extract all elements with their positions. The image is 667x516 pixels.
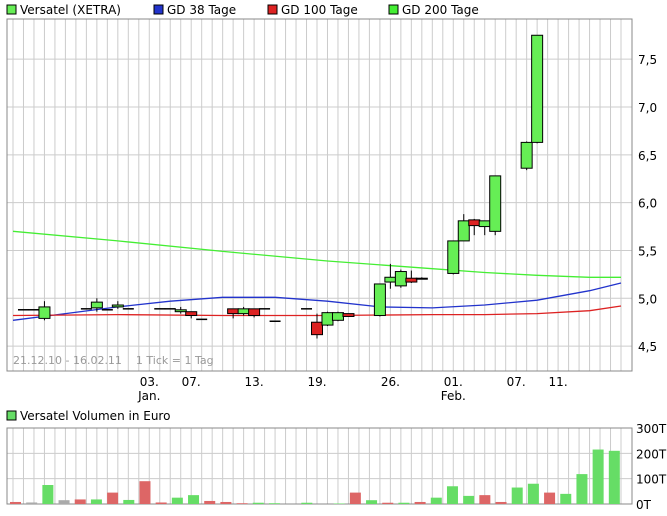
- volume-tick-label: 200T: [636, 447, 667, 461]
- legend-label-gd200: GD 200 Tage: [402, 3, 479, 17]
- volume-bar: [544, 492, 556, 504]
- legend: Versatel (XETRA) GD 38 Tage GD 100 Tage …: [6, 3, 479, 17]
- candle-body: [384, 276, 397, 283]
- price-tick-label: 7,5: [638, 53, 657, 67]
- price-tick-label: 5,0: [638, 292, 657, 306]
- volume-bar: [155, 502, 167, 504]
- candle-body: [447, 240, 460, 274]
- date-tick-label: 26.: [381, 375, 400, 389]
- candle-body: [457, 220, 470, 242]
- candle-body: [531, 34, 544, 143]
- date-tick-label: 03.: [140, 375, 159, 389]
- volume-tick-label: 300T: [636, 422, 667, 436]
- candle-body: [373, 283, 386, 317]
- legend-label-versatel: Versatel (XETRA): [20, 3, 121, 17]
- legend-swatch-gd100: [267, 4, 278, 15]
- date-tick-label: 01.: [444, 375, 463, 389]
- volume-bar: [430, 497, 442, 504]
- candle-body: [478, 220, 491, 228]
- legend-swatch-gd38: [153, 4, 164, 15]
- volume-bar: [333, 503, 345, 504]
- volume-bar: [495, 501, 507, 504]
- date-tick-label: 07.: [507, 375, 526, 389]
- volume-bar: [204, 500, 216, 504]
- candle-body: [185, 311, 198, 317]
- candle-body: [90, 301, 103, 309]
- volume-bar: [107, 492, 119, 504]
- volume-bar: [592, 449, 604, 504]
- volume-bar: [268, 503, 280, 504]
- legend-swatch-versatel: [6, 4, 17, 15]
- volume-bar: [463, 495, 475, 504]
- candle-body: [331, 312, 344, 321]
- volume-bar: [301, 502, 313, 504]
- volume-tick-label: 0T: [636, 498, 652, 512]
- price-tick-label: 6,0: [638, 197, 657, 211]
- candle-body: [489, 175, 502, 232]
- legend-label-gd100: GD 100 Tage: [281, 3, 358, 17]
- price-tick-label: 6,5: [638, 149, 657, 163]
- candle-body: [342, 313, 355, 317]
- candle-body: [468, 219, 481, 227]
- month-label: Jan.: [137, 389, 160, 403]
- volume-bar: [10, 501, 21, 504]
- volume-bar: [236, 503, 248, 504]
- candle-body: [174, 309, 187, 313]
- price-y-axis: 7,5 7,0 6,5 6,0 5,5 5,0 4,5: [638, 53, 657, 354]
- date-tick-label: 07.: [182, 375, 201, 389]
- volume-bar: [446, 486, 458, 504]
- month-label: Feb.: [441, 389, 466, 403]
- price-tick-label: 7,0: [638, 101, 657, 115]
- candle-body: [394, 271, 407, 287]
- volume-bar: [58, 500, 70, 504]
- candle-body: [321, 312, 334, 326]
- candle-body: [237, 308, 250, 315]
- date-tick-label: 11.: [549, 375, 568, 389]
- volume-bar: [527, 483, 539, 504]
- volume-bar: [414, 501, 426, 504]
- price-tick-label: 4,5: [638, 340, 657, 354]
- volume-bar: [26, 502, 38, 504]
- volume-bar: [123, 499, 135, 504]
- volume-tick-label: 100T: [636, 473, 667, 487]
- volume-bar: [511, 487, 523, 504]
- volume-bar: [252, 502, 264, 504]
- candle-body: [38, 306, 51, 319]
- volume-title: Versatel Volumen in Euro: [20, 409, 170, 423]
- volume-bar: [74, 499, 86, 504]
- candle-body: [311, 321, 323, 336]
- volume-bar: [90, 499, 102, 504]
- volume-bar: [220, 501, 232, 504]
- volume-bar: [398, 502, 410, 504]
- candle-body: [520, 141, 533, 169]
- date-tick-label: 13.: [245, 375, 264, 389]
- price-tick-label: 5,5: [638, 244, 657, 258]
- volume-bar: [382, 502, 394, 504]
- candle-body: [248, 308, 261, 317]
- legend-label-gd38: GD 38 Tage: [167, 3, 236, 17]
- volume-bar: [349, 492, 361, 504]
- volume-legend-swatch: [6, 410, 17, 421]
- volume-bar: [608, 450, 620, 504]
- candle-body: [227, 308, 240, 315]
- date-tick-label: 19.: [307, 375, 326, 389]
- date-x-axis: 03. 07. 13. 19. 26. 01. 07. 11. Jan. Feb.: [137, 375, 568, 403]
- volume-bar: [188, 495, 200, 504]
- volume-bar: [479, 495, 491, 504]
- volume-y-axis: 300T 200T 100T 0T: [636, 422, 667, 512]
- volume-bar: [366, 500, 378, 504]
- volume-bars: [10, 449, 620, 504]
- volume-bar: [42, 485, 54, 504]
- volume-bar: [139, 481, 151, 504]
- volume-bar: [560, 493, 572, 504]
- chart-canvas: Versatel (XETRA) GD 38 Tage GD 100 Tage …: [6, 3, 667, 512]
- candle-body: [405, 277, 418, 283]
- date-range-info: 21.12.10 - 16.02.11 1 Tick = 1 Tag: [13, 354, 214, 367]
- legend-swatch-gd200: [388, 4, 399, 15]
- candle-body: [415, 277, 428, 280]
- volume-bar: [171, 497, 183, 504]
- volume-bar: [576, 474, 588, 504]
- candle-body: [111, 304, 124, 308]
